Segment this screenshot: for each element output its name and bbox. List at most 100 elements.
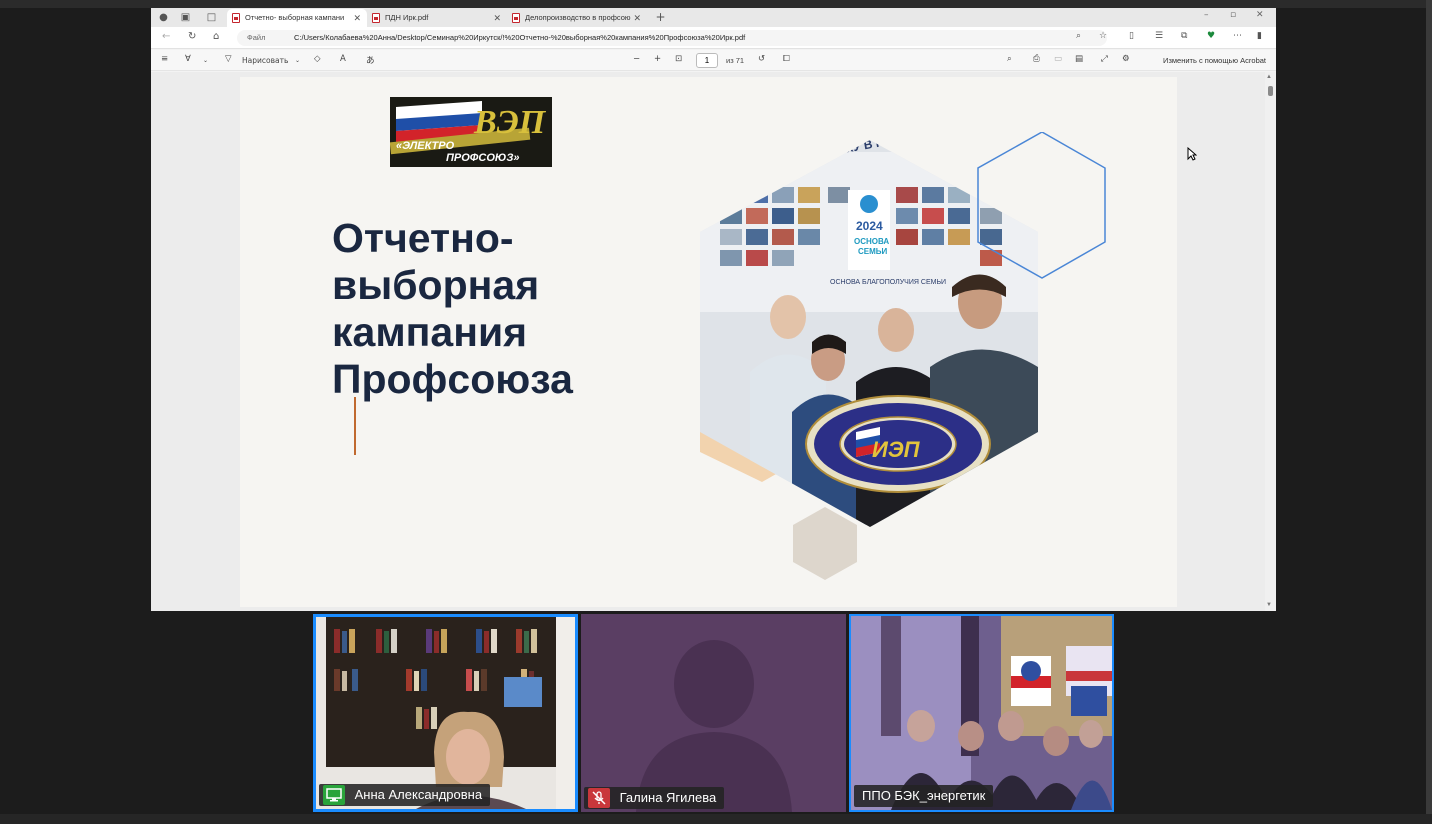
hexagon-photo-collage: Ю ЭКОНОМИКУ В Р 2024 ОСНОВА СЕМЬИ ОСНОВА… bbox=[700, 132, 1106, 580]
save-icon[interactable]: ▭ bbox=[1054, 54, 1062, 64]
more-menu-icon[interactable]: ⋯ bbox=[1233, 31, 1242, 41]
screen-share-icon bbox=[323, 784, 345, 805]
settings-gear-icon[interactable]: ⚙ bbox=[1122, 54, 1130, 64]
pdf-slide: ВЭП «ЭЛЕКТРО ПРОФСОЮЗ» Отчетно- выборная… bbox=[240, 77, 1177, 607]
tab-label: Отчетно- выборная кампани bbox=[245, 13, 345, 22]
page-total: из 71 bbox=[726, 56, 745, 65]
pdf-file-icon bbox=[512, 13, 520, 23]
photo-banner-text: ОСНОВА БЛАГОПОЛУЧИЯ СЕМЬИ bbox=[830, 279, 946, 286]
zoom-out-icon[interactable]: − bbox=[633, 54, 640, 64]
zoom-icon[interactable]: ⌕ bbox=[1076, 31, 1081, 41]
save-as-icon[interactable]: ▤ bbox=[1075, 54, 1083, 64]
screen: ● ▣ □ Отчетно- выборная кампани ✕ ПДН Ир… bbox=[0, 0, 1432, 824]
poster-year: 2024 bbox=[856, 219, 883, 233]
logo-electro-text: «ЭЛЕКТРО bbox=[396, 140, 455, 152]
edit-with-acrobat-button[interactable]: Изменить с помощью Acrobat bbox=[1163, 56, 1266, 65]
close-tab-icon[interactable]: ✕ bbox=[633, 9, 641, 27]
iep-emblem: ИЭП bbox=[805, 395, 991, 493]
tab-pdn[interactable]: ПДН Ирк.pdf ✕ bbox=[367, 9, 507, 27]
participant-name: Галина Ягилева bbox=[619, 790, 717, 805]
collections-icon[interactable]: ⧉ bbox=[1181, 31, 1187, 41]
highlight-icon[interactable]: ∀ bbox=[185, 54, 191, 64]
page-view-icon[interactable]: ⧠ bbox=[783, 54, 790, 64]
back-icon[interactable]: ← bbox=[162, 31, 170, 42]
draw-button[interactable]: Нарисовать bbox=[242, 56, 288, 65]
read-aloud-icon[interactable]: A bbox=[340, 54, 346, 64]
participant-name-bar: Анна Александровна bbox=[319, 784, 491, 806]
close-tab-icon[interactable]: ✕ bbox=[353, 9, 361, 27]
scroll-up-icon[interactable]: ▲ bbox=[1266, 74, 1272, 80]
scroll-thumb[interactable] bbox=[1268, 86, 1273, 96]
avatar-placeholder-icon bbox=[581, 614, 846, 812]
scroll-down-icon[interactable]: ▼ bbox=[1266, 602, 1272, 608]
search-icon[interactable]: ⌕ bbox=[1007, 54, 1012, 64]
browser-essentials-icon[interactable]: ♥ bbox=[1207, 31, 1215, 41]
participant-tile-2[interactable]: Галина Ягилева bbox=[581, 614, 846, 812]
microphone-muted-icon bbox=[588, 787, 610, 808]
tab-bar: ● ▣ □ Отчетно- выборная кампани ✕ ПДН Ир… bbox=[151, 8, 1276, 27]
tab-actions-icon[interactable]: □ bbox=[205, 11, 218, 24]
chevron-down-icon[interactable]: ⌄ bbox=[295, 57, 300, 64]
favorite-star-icon[interactable]: ☆ bbox=[1099, 31, 1107, 41]
workspaces-icon[interactable]: ▣ bbox=[179, 11, 192, 24]
page-number-input[interactable]: 1 bbox=[696, 53, 718, 68]
tab-label: ПДН Ирк.pdf bbox=[385, 13, 429, 22]
pdf-viewer: ВЭП «ЭЛЕКТРО ПРОФСОЮЗ» Отчетно- выборная… bbox=[151, 72, 1276, 611]
maximize-icon[interactable]: ▫ bbox=[1230, 10, 1236, 20]
right-edge bbox=[1426, 0, 1432, 824]
slide-title: Отчетно- выборная кампания Профсоюза bbox=[332, 215, 732, 403]
mouse-cursor-icon bbox=[1187, 147, 1197, 161]
translate-icon[interactable]: あ bbox=[366, 54, 375, 66]
poster-word-1: ОСНОВА bbox=[854, 237, 889, 246]
contents-icon[interactable]: ≡ bbox=[161, 54, 168, 64]
profile-icon[interactable]: ● bbox=[157, 11, 170, 24]
participant-tile-1[interactable]: Анна Александровна bbox=[313, 614, 578, 812]
rotate-icon[interactable]: ↺ bbox=[758, 54, 765, 64]
refresh-icon[interactable]: ↻ bbox=[188, 31, 196, 42]
grey-hexagon bbox=[793, 507, 857, 580]
close-tab-icon[interactable]: ✕ bbox=[493, 9, 501, 27]
home-icon[interactable]: ⌂ bbox=[213, 31, 219, 42]
draw-icon[interactable]: ▽ bbox=[225, 54, 232, 64]
fullscreen-icon[interactable]: ⤢ bbox=[1101, 54, 1108, 64]
participant-name: ППО БЭК_энергетик bbox=[862, 788, 986, 803]
fit-page-icon[interactable]: ⊡ bbox=[675, 54, 682, 64]
zoom-in-icon[interactable]: + bbox=[654, 54, 661, 64]
address-input[interactable]: Файл C:/Users/Колабаева%20Анна/Desktop/С… bbox=[237, 30, 1107, 46]
chevron-down-icon[interactable]: ⌄ bbox=[203, 57, 208, 64]
title-line-4: Профсоюза bbox=[332, 356, 573, 402]
logo-union-text: ПРОФСОЮЗ» bbox=[446, 152, 520, 164]
address-bar-row: ← ↻ ⌂ Файл C:/Users/Колабаева%20Анна/Des… bbox=[151, 27, 1276, 49]
poster-word-2: СЕМЬИ bbox=[858, 247, 888, 256]
logo-vep-text: ВЭП bbox=[473, 104, 547, 141]
print-icon[interactable]: ⎙ bbox=[1033, 54, 1040, 64]
close-window-icon[interactable]: ✕ bbox=[1256, 10, 1264, 20]
pdf-file-icon bbox=[372, 13, 380, 23]
pdf-toolbar: ≡ ∀ ⌄ ▽ Нарисовать ⌄ ◇ A あ − + ⊡ 1 из 71… bbox=[151, 50, 1276, 71]
title-line-1: Отчетно- bbox=[332, 215, 514, 261]
participant-name-bar: Галина Ягилева bbox=[584, 787, 725, 809]
emblem-abbrev: ИЭП bbox=[872, 437, 921, 462]
participant-tile-3[interactable]: ППО БЭК_энергетик bbox=[849, 614, 1114, 812]
tab-active-pdf[interactable]: Отчетно- выборная кампани ✕ bbox=[227, 9, 367, 27]
participant-video-1 bbox=[316, 617, 575, 809]
pdf-file-icon bbox=[232, 13, 240, 23]
shared-browser-window: ● ▣ □ Отчетно- выборная кампани ✕ ПДН Ир… bbox=[151, 8, 1276, 611]
minimize-icon[interactable]: – bbox=[1204, 10, 1209, 20]
sidebar-icon[interactable]: ▮ bbox=[1257, 31, 1262, 41]
participant-video-3 bbox=[851, 616, 1112, 810]
participant-name: Анна Александровна bbox=[354, 787, 483, 802]
group-photo: Ю ЭКОНОМИКУ В Р 2024 ОСНОВА СЕМЬИ ОСНОВА… bbox=[700, 140, 1038, 527]
bottom-strip bbox=[0, 814, 1432, 824]
tab-records[interactable]: Делопроизводство в профсою ✕ bbox=[507, 9, 647, 27]
tab-label: Делопроизводство в профсою bbox=[525, 13, 631, 22]
pdf-scrollbar[interactable]: ▲ ▼ bbox=[1265, 72, 1276, 611]
file-scheme-label: Файл bbox=[247, 33, 266, 42]
electroprofsoyuz-logo: ВЭП «ЭЛЕКТРО ПРОФСОЮЗ» bbox=[390, 97, 552, 167]
split-screen-icon[interactable]: ▯ bbox=[1129, 31, 1134, 41]
new-tab-button[interactable]: + bbox=[654, 11, 667, 24]
top-strip bbox=[0, 0, 1432, 8]
accent-line bbox=[354, 397, 356, 455]
favorites-icon[interactable]: ☰ bbox=[1155, 31, 1163, 41]
eraser-icon[interactable]: ◇ bbox=[314, 54, 321, 64]
